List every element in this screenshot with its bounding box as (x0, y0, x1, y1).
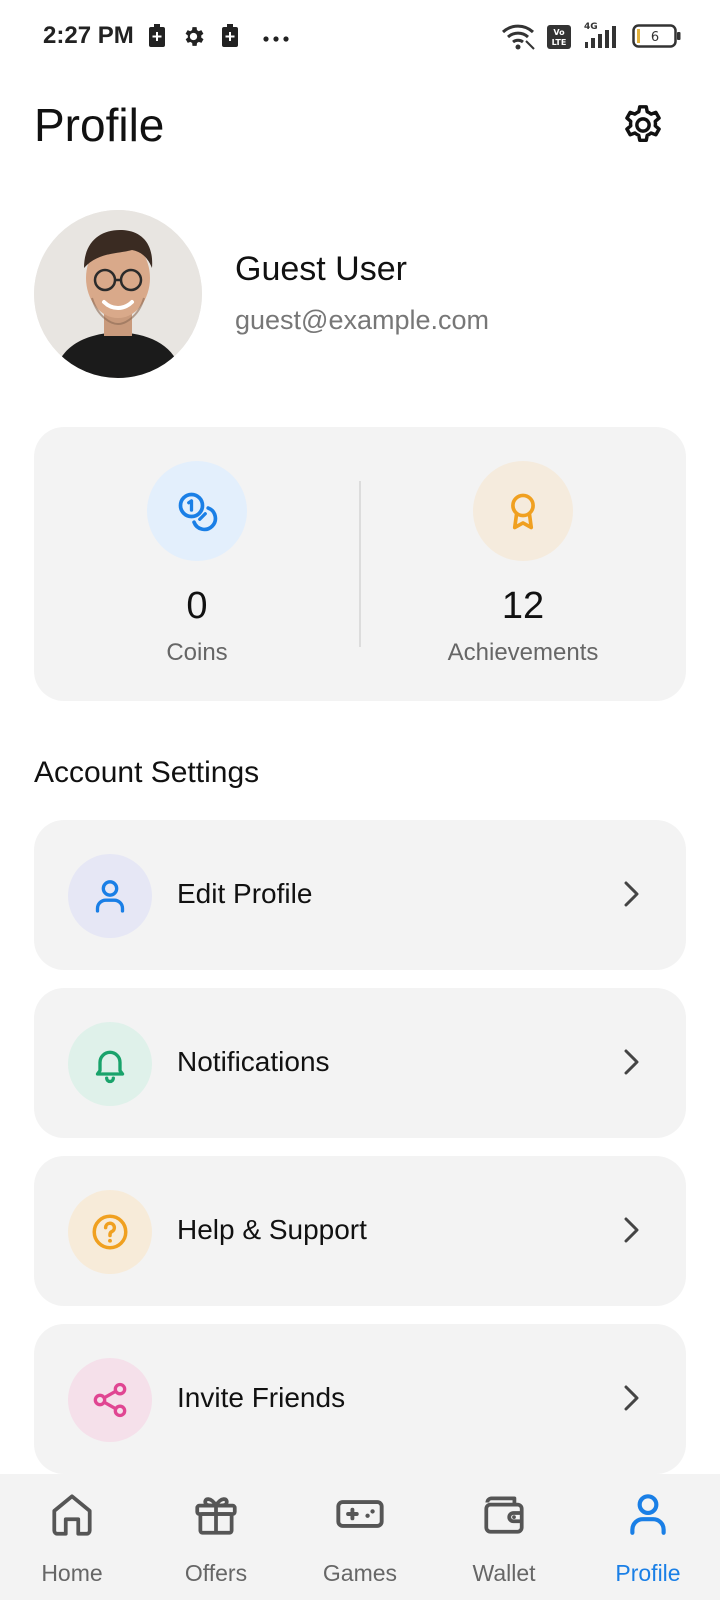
battery-saver-icon (221, 24, 239, 53)
home-icon (46, 1488, 98, 1540)
volte-icon: Vo LTE (546, 24, 572, 55)
nav-item-home[interactable]: Home (0, 1474, 144, 1600)
user-icon (95, 880, 125, 913)
svg-text:Vo: Vo (553, 28, 565, 37)
coins-icon (178, 492, 218, 532)
achievements-value: 12 (501, 585, 545, 627)
gear-icon (625, 105, 661, 143)
coins-icon-circle (147, 461, 247, 561)
stats-card: 0 Coins 12 Achievements (34, 427, 686, 701)
share-icon (93, 1382, 127, 1418)
chevron-right-icon (616, 1383, 646, 1413)
chevron-right-icon (616, 1047, 646, 1077)
gift-icon (190, 1488, 242, 1540)
nav-label: Wallet (472, 1560, 536, 1586)
nav-item-profile[interactable]: Profile (576, 1474, 720, 1600)
help-circle-icon (92, 1214, 128, 1250)
nav-label: Home (41, 1560, 103, 1586)
award-icon (511, 493, 535, 530)
menu-item-label: Notifications (177, 1046, 330, 1077)
menu-item-notifications[interactable]: Notifications (34, 988, 686, 1138)
wifi-icon (500, 24, 536, 55)
coins-label: Coins (166, 639, 228, 666)
achievements-label: Achievements (447, 639, 599, 666)
menu-item-edit-profile[interactable]: Edit Profile (34, 820, 686, 970)
coins-value: 0 (186, 585, 208, 627)
avatar-photo (34, 210, 202, 378)
battery-icon: 6 (632, 24, 682, 53)
nav-item-wallet[interactable]: Wallet (432, 1474, 576, 1600)
cell-signal-icon: 4G (582, 20, 622, 55)
status-time: 2:27 PM (43, 22, 134, 49)
gear-icon (181, 24, 206, 54)
achievements-stat[interactable]: 12 Achievements (360, 427, 686, 701)
help-icon-circle (68, 1190, 152, 1274)
page-title: Profile (34, 99, 165, 151)
invite-icon-circle (68, 1358, 152, 1442)
nav-label: Profile (615, 1560, 681, 1586)
battery-saver-icon (148, 24, 166, 53)
svg-text:LTE: LTE (552, 38, 567, 47)
menu-item-label: Help & Support (177, 1214, 367, 1245)
achievements-icon-circle (473, 461, 573, 561)
nav-item-offers[interactable]: Offers (144, 1474, 288, 1600)
menu-item-invite-friends[interactable]: Invite Friends (34, 1324, 686, 1474)
battery-level-text: 6 (651, 30, 659, 45)
menu-item-label: Edit Profile (177, 878, 313, 909)
nav-label: Games (322, 1560, 398, 1586)
edit-profile-icon-circle (68, 854, 152, 938)
account-settings-title: Account Settings (34, 756, 260, 789)
chevron-right-icon (616, 879, 646, 909)
more-dots-icon (262, 30, 290, 48)
user-name: Guest User (235, 250, 407, 288)
user-email: guest@example.com (235, 305, 490, 335)
menu-item-help-support[interactable]: Help & Support (34, 1156, 686, 1306)
user-icon (622, 1488, 674, 1540)
menu-item-label: Invite Friends (177, 1382, 346, 1413)
nav-item-games[interactable]: Games (288, 1474, 432, 1600)
bell-icon (95, 1050, 125, 1084)
chevron-right-icon (616, 1215, 646, 1245)
gamepad-icon (334, 1488, 386, 1540)
wallet-icon (478, 1488, 530, 1540)
notifications-icon-circle (68, 1022, 152, 1106)
svg-text:4G: 4G (584, 22, 598, 32)
bottom-nav: Home Offers Games Wallet Profile (0, 1474, 720, 1600)
avatar[interactable] (34, 210, 202, 378)
coins-stat[interactable]: 0 Coins (34, 427, 360, 701)
nav-label: Offers (184, 1560, 248, 1586)
status-bar: 2:27 PM Vo LTE 4G 6 (0, 0, 720, 72)
settings-button[interactable] (618, 100, 668, 150)
